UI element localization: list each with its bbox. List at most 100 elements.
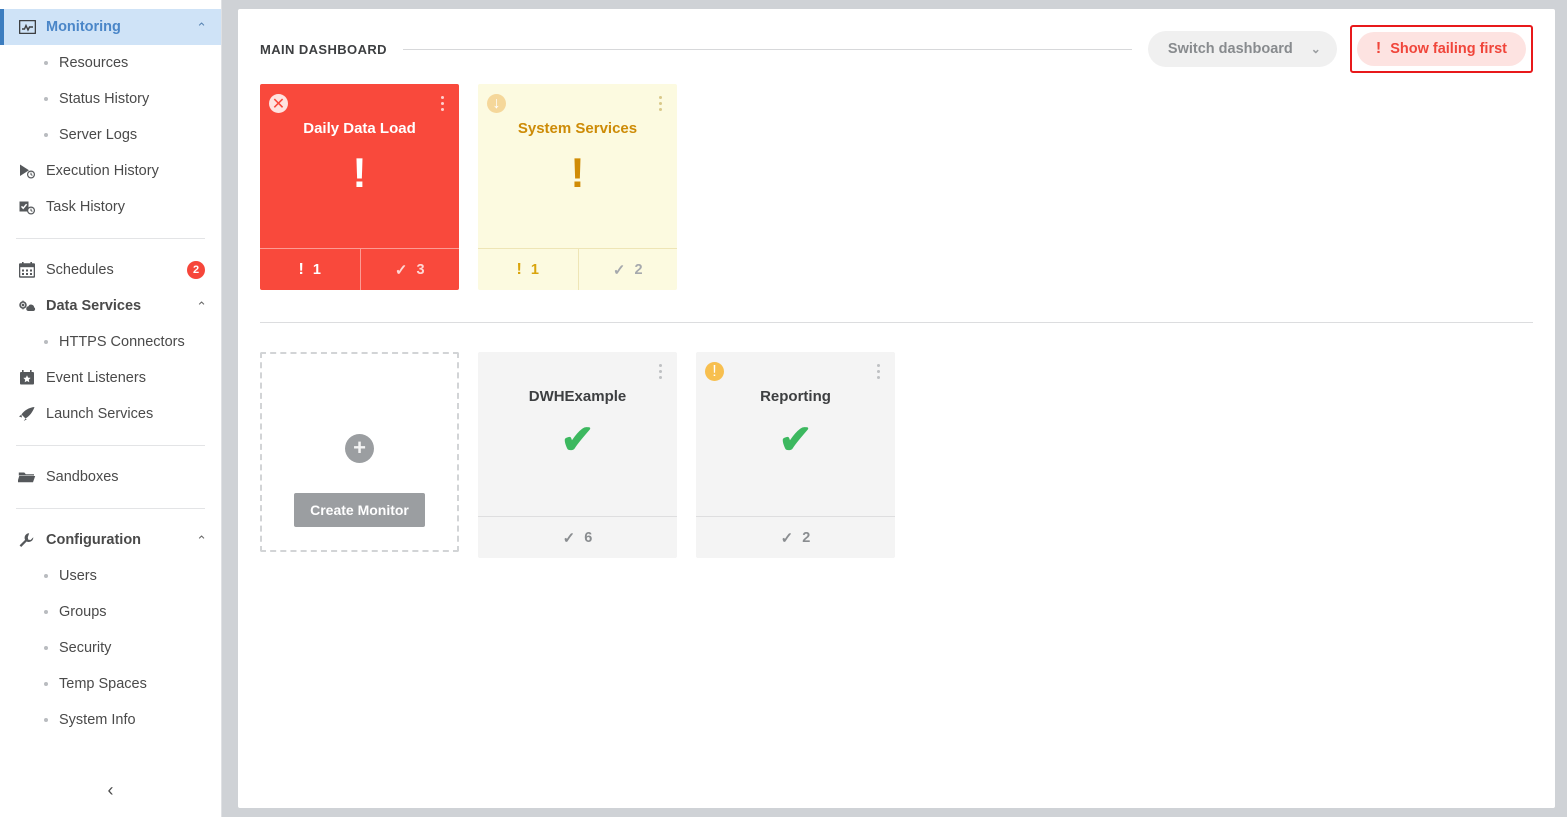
create-monitor-button[interactable]: Create Monitor: [294, 492, 425, 527]
failing-count: 1: [530, 261, 539, 278]
sidebar-item-label: Execution History: [46, 163, 159, 179]
circle-x-icon: ✕: [269, 94, 288, 113]
sidebar-item-sandboxes[interactable]: Sandboxes: [0, 459, 221, 495]
play-clock-icon: [16, 160, 38, 182]
sidebar-item-execution-history[interactable]: Execution History: [0, 153, 221, 189]
passing-count: 2: [802, 529, 811, 546]
monitor-name: DWHExample: [528, 388, 627, 405]
create-monitor-card[interactable]: + Create Monitor: [260, 352, 459, 552]
bullet-icon: [44, 574, 48, 578]
bullet-icon: [44, 133, 48, 137]
check-icon: ✓: [394, 261, 408, 279]
circle-arrow-down-icon: ↓: [487, 94, 506, 113]
plus-icon: +: [345, 433, 374, 463]
exclamation-icon: !: [298, 260, 304, 278]
monitor-group-failing: ✕ Daily Data Load ! ! 1 ✓ 3 ↓ System Ser…: [260, 84, 1533, 290]
section-divider: [260, 322, 1533, 323]
sidebar-divider: [16, 445, 205, 446]
check-icon: ✓: [562, 529, 576, 547]
sidebar-item-label: Server Logs: [59, 127, 138, 143]
sidebar-item-label: Status History: [59, 91, 150, 107]
passing-count-cell[interactable]: ✓ 3: [359, 249, 460, 290]
bullet-icon: [44, 97, 48, 101]
switch-dashboard-label: Switch dashboard: [1167, 41, 1293, 57]
dashboard-header: MAIN DASHBOARD Switch dashboard ⌄ ! Show…: [260, 9, 1533, 83]
sidebar-item-event-listeners[interactable]: Event Listeners: [0, 360, 221, 396]
check-icon: ✓: [612, 261, 626, 279]
dashboard-panel: MAIN DASHBOARD Switch dashboard ⌄ ! Show…: [238, 9, 1555, 808]
card-body: DWHExample ✔: [478, 352, 677, 516]
show-failing-label: Show failing first: [1390, 41, 1507, 57]
sidebar-item-system-info[interactable]: System Info: [0, 702, 221, 738]
calendar-star-icon: [16, 367, 38, 389]
monitor-group-healthy: + Create Monitor DWHExample ✔ ✓ 6 ! Repo…: [260, 352, 1533, 558]
card-body: System Services !: [478, 84, 677, 248]
monitor-name: Daily Data Load: [303, 120, 416, 137]
header-divider: [402, 48, 1132, 50]
sidebar-item-status-history[interactable]: Status History: [0, 81, 221, 117]
card-footer: ! 1 ✓ 3: [260, 248, 459, 290]
monitor-icon: [16, 16, 38, 38]
sidebar-item-label: Schedules: [46, 262, 114, 278]
chevron-up-icon: ⌃: [196, 532, 207, 548]
status-check-icon: ✔: [778, 418, 813, 462]
folder-icon: [16, 466, 38, 488]
sidebar-item-security[interactable]: Security: [0, 630, 221, 666]
passing-count: 2: [634, 261, 643, 278]
sidebar-item-label: Monitoring: [46, 19, 121, 35]
status-exclamation-icon: !: [352, 149, 367, 196]
monitor-name: System Services: [517, 120, 638, 137]
sidebar-item-temp-spaces[interactable]: Temp Spaces: [0, 666, 221, 702]
sidebar-item-label: System Info: [59, 712, 136, 728]
sidebar-item-label: Users: [59, 568, 97, 584]
sidebar-item-configuration[interactable]: Configuration ⌃: [0, 522, 221, 558]
exclamation-icon: !: [1375, 40, 1382, 57]
monitor-card-dwhexample[interactable]: DWHExample ✔ ✓ 6: [478, 352, 677, 558]
show-failing-first-button[interactable]: ! Show failing first: [1356, 32, 1526, 66]
monitor-card-system-services[interactable]: ↓ System Services ! ! 1 ✓ 2: [478, 84, 677, 290]
monitor-card-reporting[interactable]: ! Reporting ✔ ✓ 2: [696, 352, 895, 558]
bullet-icon: [44, 610, 48, 614]
card-footer: ✓ 6: [478, 516, 677, 558]
passing-count-cell[interactable]: ✓ 6: [478, 517, 677, 558]
card-menu-button[interactable]: [652, 94, 668, 112]
card-menu-button[interactable]: [870, 362, 886, 380]
failing-count: 1: [312, 261, 321, 278]
gear-cloud-icon: [16, 295, 38, 317]
passing-count: 6: [584, 529, 593, 546]
sidebar-item-resources[interactable]: Resources: [0, 45, 221, 81]
passing-count-cell[interactable]: ✓ 2: [696, 517, 895, 558]
show-failing-highlight: ! Show failing first: [1349, 25, 1533, 73]
sidebar-item-server-logs[interactable]: Server Logs: [0, 117, 221, 153]
collapse-sidebar-button[interactable]: ‹: [0, 763, 221, 817]
passing-count: 3: [416, 261, 425, 278]
sidebar-item-groups[interactable]: Groups: [0, 594, 221, 630]
bullet-icon: [44, 646, 48, 650]
sidebar-item-users[interactable]: Users: [0, 558, 221, 594]
sidebar-item-schedules[interactable]: Schedules 2: [0, 252, 221, 288]
exclamation-icon: !: [516, 260, 522, 278]
failing-count-cell[interactable]: ! 1: [260, 249, 360, 290]
sidebar-item-task-history[interactable]: Task History: [0, 189, 221, 225]
rocket-icon: [16, 403, 38, 425]
sidebar-item-launch-services[interactable]: Launch Services: [0, 396, 221, 432]
bullet-icon: [44, 61, 48, 65]
failing-count-cell[interactable]: ! 1: [478, 249, 578, 290]
card-menu-button[interactable]: [434, 94, 450, 112]
chevron-down-icon: ⌄: [1310, 42, 1321, 56]
sidebar-item-label: HTTPS Connectors: [59, 334, 185, 350]
sidebar-item-monitoring[interactable]: Monitoring ⌃: [0, 9, 221, 45]
sidebar-item-https-connectors[interactable]: HTTPS Connectors: [0, 324, 221, 360]
circle-exclamation-icon: !: [705, 362, 724, 381]
status-badge: 2: [187, 261, 205, 279]
passing-count-cell[interactable]: ✓ 2: [577, 249, 678, 290]
switch-dashboard-button[interactable]: Switch dashboard ⌄: [1147, 31, 1337, 67]
main-content-area: MAIN DASHBOARD Switch dashboard ⌄ ! Show…: [222, 0, 1567, 817]
sidebar-divider: [16, 238, 205, 239]
chevron-left-icon: ‹: [107, 780, 114, 800]
sidebar-item-data-services[interactable]: Data Services ⌃: [0, 288, 221, 324]
monitor-card-daily-data-load[interactable]: ✕ Daily Data Load ! ! 1 ✓ 3: [260, 84, 459, 290]
card-menu-button[interactable]: [652, 362, 668, 380]
card-footer: ✓ 2: [696, 516, 895, 558]
sidebar-item-label: Data Services: [46, 298, 142, 314]
